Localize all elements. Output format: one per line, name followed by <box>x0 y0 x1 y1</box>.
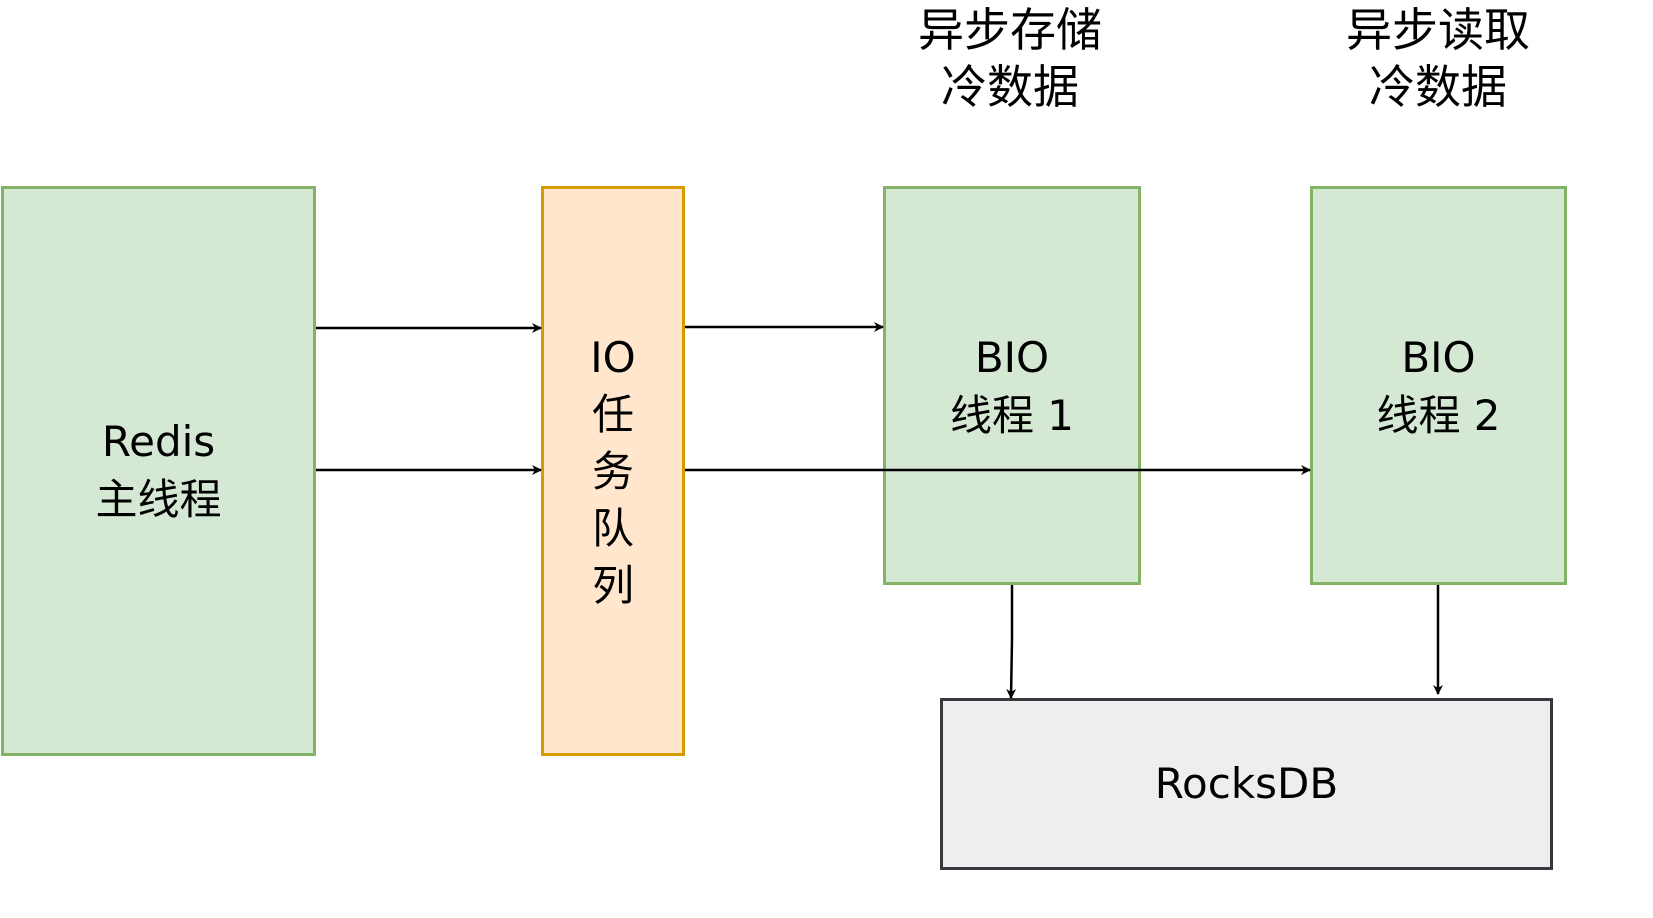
node-label-line: BIO <box>1401 333 1476 382</box>
node-label-line: 线程 1 <box>949 391 1075 440</box>
caption-line: 异步读取 <box>1346 3 1530 57</box>
node-label-line: BIO <box>974 333 1050 382</box>
node-label-char: 列 <box>591 560 634 610</box>
node-label-char: 队 <box>591 503 634 553</box>
bio-thread-1-node: BIO 线程 1 <box>883 186 1141 585</box>
caption-async-read-cold-data: 异步读取 冷数据 <box>1318 2 1558 116</box>
architecture-diagram: 异步存储 冷数据 异步读取 冷数据 Redis 主线程 IO 任 务 队 列 B… <box>0 0 1653 918</box>
node-label-line: 线程 2 <box>1376 391 1501 440</box>
node-label-char: 务 <box>591 446 634 496</box>
rocksdb-storage-node: RocksDB <box>940 698 1553 870</box>
caption-line: 冷数据 <box>941 60 1079 114</box>
bio-thread-2-node: BIO 线程 2 <box>1310 186 1567 585</box>
node-label-char: IO <box>590 332 636 382</box>
arrow-bio-1-to-rocksdb <box>1006 585 1017 699</box>
node-label-line: 主线程 <box>95 475 222 524</box>
redis-main-thread-node: Redis 主线程 <box>1 186 316 756</box>
caption-line: 冷数据 <box>1369 60 1507 114</box>
node-label-char: 任 <box>591 389 634 439</box>
caption-line: 异步存储 <box>918 3 1102 57</box>
edge-group <box>316 322 1443 699</box>
node-label: RocksDB <box>1154 759 1339 808</box>
caption-async-store-cold-data: 异步存储 冷数据 <box>890 2 1130 116</box>
node-label-line: Redis <box>101 417 216 466</box>
io-task-queue-node: IO 任 务 队 列 <box>541 186 685 756</box>
